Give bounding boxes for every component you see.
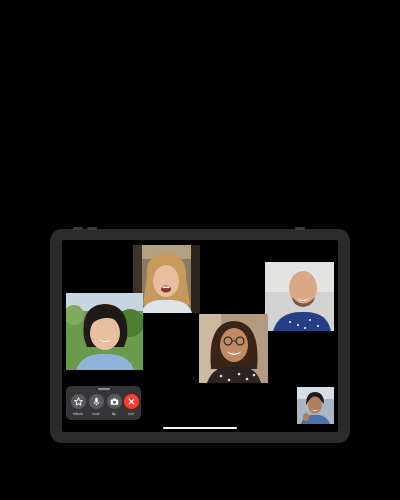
effects-button[interactable] <box>70 394 86 409</box>
flip-button[interactable] <box>106 394 122 409</box>
participant-video <box>199 314 268 383</box>
participant-video <box>265 262 334 331</box>
volume-button <box>73 227 83 230</box>
mute-button[interactable] <box>88 394 104 409</box>
participant-tile[interactable] <box>199 314 268 383</box>
volume-button <box>87 227 97 230</box>
camera-icon <box>110 398 118 405</box>
self-view-tile[interactable] <box>297 387 334 424</box>
facetime-screen: effects mute flip end <box>62 240 338 432</box>
effects-label: effects <box>73 412 83 416</box>
participant-tile[interactable] <box>66 293 143 370</box>
mute-label: mute <box>92 412 100 416</box>
drag-handle[interactable] <box>97 388 110 390</box>
end-control[interactable]: end <box>123 394 139 416</box>
participant-tile[interactable] <box>133 245 200 313</box>
self-view-video <box>297 387 334 424</box>
home-indicator[interactable] <box>163 427 237 429</box>
microphone-icon <box>93 397 99 406</box>
end-label: end <box>128 412 134 416</box>
flip-label: flip <box>111 412 117 416</box>
participant-video <box>133 245 200 313</box>
end-call-button[interactable] <box>123 394 139 409</box>
flip-control[interactable]: flip <box>106 394 122 416</box>
participant-video <box>66 293 143 370</box>
participant-tile[interactable] <box>265 262 334 331</box>
call-controls: effects mute flip end <box>66 386 141 420</box>
top-button <box>295 227 305 230</box>
effects-control[interactable]: effects <box>70 394 86 416</box>
close-icon <box>127 398 135 405</box>
star-icon <box>73 397 83 406</box>
mute-control[interactable]: mute <box>88 394 104 416</box>
